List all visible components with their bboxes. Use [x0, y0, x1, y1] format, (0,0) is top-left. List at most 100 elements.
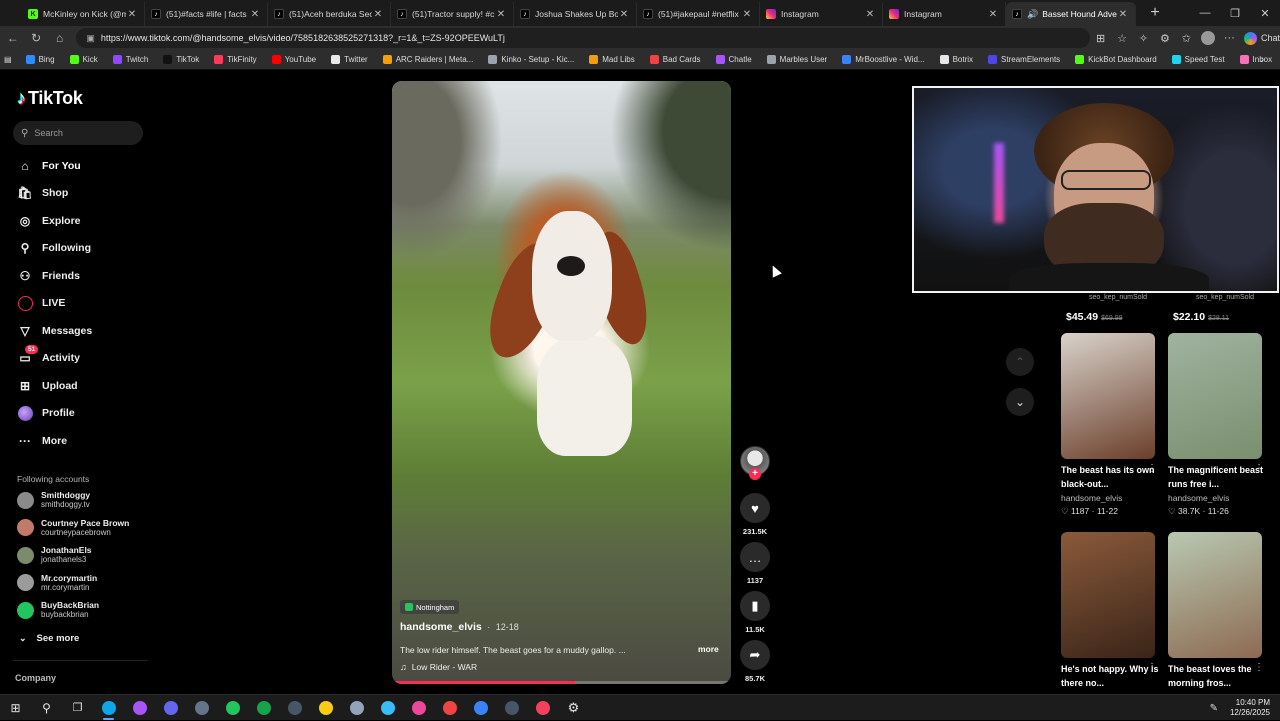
browser-tab[interactable]: ♪ (51)#facts #life | facts | TikT✕ [145, 2, 268, 26]
company-link[interactable]: Company [15, 673, 56, 683]
related-video-thumbnail[interactable] [1061, 532, 1155, 658]
close-icon[interactable]: ✕ [372, 9, 384, 20]
related-video-title[interactable]: The beast has its own black-out... [1061, 463, 1159, 491]
file-explorer-icon[interactable] [310, 695, 341, 721]
browser-tab[interactable]: ♪ Joshua Shakes Up Boxing✕ [514, 2, 637, 26]
bookmark-item[interactable]: TikTok [163, 55, 199, 64]
sidebar-item-explore[interactable]: ◎ Explore [17, 212, 81, 230]
search-input[interactable] [34, 128, 135, 138]
video-player[interactable]: Nottingham handsome_elvis · 12-18 The lo… [392, 81, 731, 684]
sidebar-item-for-you[interactable]: ⌂ For You [17, 157, 80, 175]
browser-tab[interactable]: ♪ 🔊 Basset Hound Adventu✕ [1006, 2, 1136, 26]
app-icon-i[interactable] [465, 695, 496, 721]
bookmark-item[interactable]: Kick [69, 55, 98, 64]
bookmark-item[interactable]: StreamElements [988, 55, 1060, 64]
close-icon[interactable]: ✕ [741, 9, 753, 20]
copilot-app-icon[interactable] [124, 695, 155, 721]
sidebar-item-following[interactable]: ⚲ Following [17, 239, 91, 257]
read-aloud-icon[interactable]: ⊞ [1090, 27, 1111, 49]
close-icon[interactable]: ✕ [987, 9, 999, 20]
browser-menu-icon[interactable]: ··· [1219, 27, 1240, 49]
bookmark-item[interactable]: Bad Cards [649, 55, 701, 64]
like-action[interactable]: ♥ 231.5K [739, 493, 771, 536]
following-account[interactable]: BuyBackBrian buybackbrian [17, 600, 99, 620]
favorites-icon[interactable]: ✩ [1176, 27, 1197, 49]
sidebar-item-friends[interactable]: ⚇ Friends [17, 267, 80, 285]
browser-tab[interactable]: Instagram ✕ [760, 2, 883, 26]
bookmark-item[interactable]: Botrix [939, 55, 973, 64]
related-video-author[interactable]: handsome_elvis [1168, 493, 1229, 503]
app-icon-k[interactable] [527, 695, 558, 721]
heart-icon[interactable]: ♥ [740, 493, 770, 523]
profile-avatar[interactable] [1197, 27, 1218, 49]
tiktok-logo[interactable]: ♪ TikTok [17, 88, 83, 109]
bookmark-item[interactable]: Kinko - Setup - Kic... [488, 55, 574, 64]
video-author-name[interactable]: handsome_elvis [400, 621, 482, 633]
pen-icon[interactable]: ✎ [1210, 703, 1218, 714]
back-icon[interactable]: ← [2, 27, 23, 49]
bookmark-item[interactable]: Speed Test [1171, 55, 1225, 64]
app-icon-g[interactable] [403, 695, 434, 721]
sidebar-item-more[interactable]: ··· More [17, 432, 67, 450]
browser-tab[interactable]: ♪ (51)Aceh berduka Seorang✕ [268, 2, 391, 26]
app-icon-b[interactable] [186, 695, 217, 721]
more-options-icon[interactable]: ⋮ [1254, 662, 1264, 673]
tab-actions-icon[interactable] [0, 0, 22, 26]
copilot-chat-button[interactable]: Chat [1244, 31, 1280, 45]
close-icon[interactable]: ✕ [249, 9, 261, 20]
related-video-author[interactable]: handsome_elvis [1061, 493, 1122, 503]
sidebar-item-shop[interactable]: 🛍 Shop [17, 184, 68, 202]
bookmark-item[interactable]: MrBoostlive - Wid... [842, 55, 925, 64]
caption-more-button[interactable]: more [698, 644, 719, 654]
app-icon-e[interactable] [341, 695, 372, 721]
bookmark-item[interactable]: Marbles User [766, 55, 827, 64]
bookmark-item[interactable]: YouTube [271, 55, 316, 64]
video-music[interactable]: ♫ Low Rider - WAR [400, 662, 477, 672]
edge-icon[interactable] [93, 695, 124, 721]
related-video-title[interactable]: The beast loves the morning fros... [1168, 662, 1266, 690]
follow-plus-button[interactable]: + [749, 468, 761, 480]
extension-icon[interactable]: ⚙ [1154, 27, 1175, 49]
bookmark-item[interactable]: Mad Libs [589, 55, 635, 64]
bookmark-item[interactable]: Twitch [112, 55, 148, 64]
app-icon-f[interactable] [372, 695, 403, 721]
product-price[interactable]: $22.10 $28.11 [1173, 311, 1229, 323]
more-bookmarks-chevron-icon[interactable]: › [1261, 54, 1264, 65]
task-view-icon[interactable]: ❐ [62, 695, 93, 721]
sidebar-item-messages[interactable]: ▽ Messages [17, 322, 92, 340]
app-icon-d[interactable] [279, 695, 310, 721]
bookmark-item[interactable]: Bing [25, 55, 55, 64]
bookmarks-menu-icon[interactable]: ▤ [4, 55, 12, 64]
browser-tab[interactable]: ♪ (51)Tractor supply! #christ✕ [391, 2, 514, 26]
bookmark-item[interactable]: KickBot Dashboard [1075, 55, 1157, 64]
bookmark-item[interactable]: Twitter [331, 55, 368, 64]
related-video-title[interactable]: He's not happy. Why is there no... [1061, 662, 1159, 690]
bookmark-item[interactable]: Chatle [715, 55, 752, 64]
related-video-thumbnail[interactable] [1061, 333, 1155, 459]
share-action[interactable]: ➦ 85.7K [739, 640, 771, 683]
favorite-star-icon[interactable]: ☆ [1111, 27, 1132, 49]
browser-tab[interactable]: Instagram ✕ [883, 2, 1006, 26]
clock[interactable]: 10:40 PM 12/26/2025 [1230, 698, 1270, 718]
close-icon[interactable]: ✕ [864, 9, 876, 20]
close-icon[interactable]: ✕ [618, 9, 630, 20]
comment-icon[interactable]: … [740, 542, 770, 572]
sidebar-item-activity[interactable]: ▭ 51 Activity [17, 345, 80, 367]
browser-tab[interactable]: ♪ (51)#jakepaul #netflix #kn✕ [637, 2, 760, 26]
related-video-thumbnail[interactable] [1168, 532, 1262, 658]
bookmark-item[interactable]: ARC Raiders | Meta... [382, 55, 473, 64]
search-icon[interactable]: ⚲ [31, 695, 62, 721]
sidebar-item-live[interactable]: LIVE [17, 294, 65, 312]
reload-icon[interactable]: ↻ [25, 27, 46, 49]
related-video-thumbnail[interactable] [1168, 333, 1262, 459]
following-account[interactable]: Courtney Pace Brown courtneypacebrown [17, 518, 129, 538]
app-icon-j[interactable] [496, 695, 527, 721]
settings-icon[interactable]: ⚙ [558, 695, 589, 721]
sidebar-item-upload[interactable]: ⊞ Upload [17, 377, 78, 395]
minimize-icon[interactable]: — [1190, 0, 1220, 26]
following-account[interactable]: JonathanEls jonathanels3 [17, 545, 92, 565]
maximize-icon[interactable]: ❐ [1220, 0, 1250, 26]
close-icon[interactable]: ✕ [1117, 9, 1129, 20]
close-icon[interactable]: ✕ [126, 9, 138, 20]
comment-action[interactable]: … 1137 [739, 542, 771, 585]
